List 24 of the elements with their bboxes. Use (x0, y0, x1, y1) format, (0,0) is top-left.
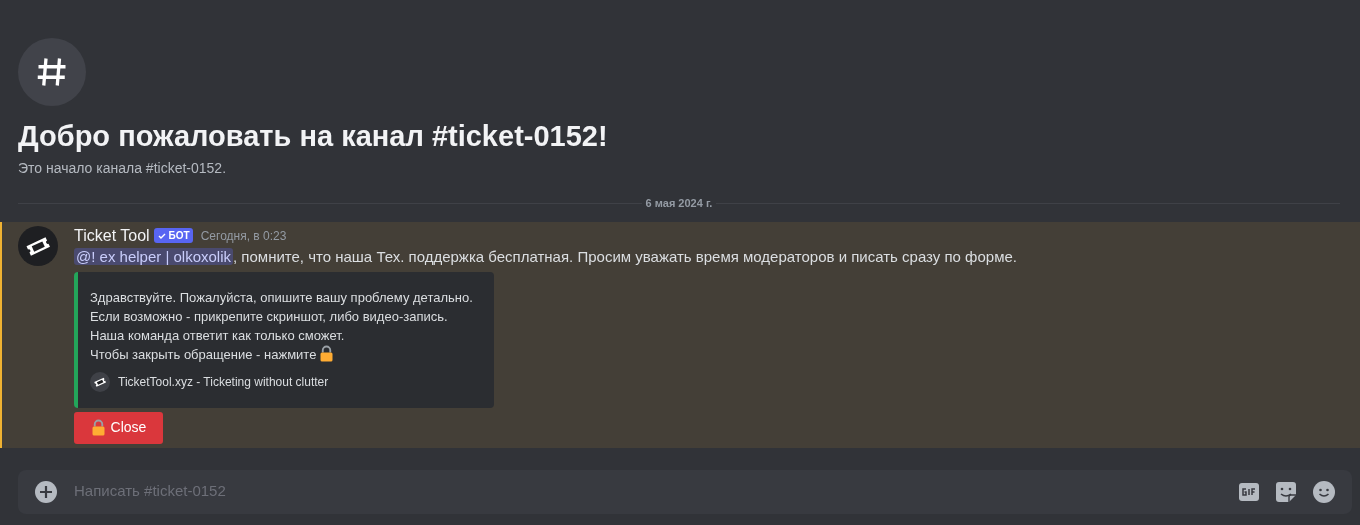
embed-text: Здравствуйте. Пожалуйста, опишите вашу проблему детально. (90, 288, 473, 307)
date-divider: 6 мая 2024 г. (644, 196, 714, 211)
welcome-subtitle: Это начало канала #ticket-0152. (18, 159, 228, 178)
add-icon[interactable] (34, 479, 58, 504)
embed-text: Наша команда ответит как только сможет. (90, 326, 345, 345)
message-composer[interactable]: Написать #ticket-0152 (18, 469, 1352, 514)
message-time: Сегодня, в 0:23 (200, 227, 287, 245)
sticker-icon[interactable] (1274, 479, 1298, 504)
bot-badge: БОТ (153, 228, 193, 243)
embed-text: Если возможно - прикрепите скриншот, либо видео-запись. (90, 307, 448, 326)
footer-icon (90, 371, 110, 392)
emoji-icon[interactable] (1312, 479, 1336, 504)
close-button[interactable]: Close (74, 411, 163, 444)
padlock-icon (90, 418, 106, 437)
message-text: @! ex helper | olkoxolik, помните, что наша Тех. поддержка бесплатная. Просим уважать время модераторов и писать сразу по форме. (74, 246, 1017, 267)
author-name[interactable]: Ticket Tool (74, 225, 150, 246)
welcome-title: Добро пожаловать на канал #ticket-0152! (18, 119, 609, 154)
embed-footer: TicketTool.xyz - Ticketing without clutter (118, 372, 329, 391)
padlock-icon (319, 345, 335, 363)
embed-text: Чтобы закрыть обращение - нажмите (90, 345, 317, 364)
message-input[interactable]: Написать #ticket-0152 (74, 480, 1238, 503)
gif-icon[interactable] (1238, 481, 1260, 502)
bot-avatar[interactable] (18, 225, 58, 266)
user-mention[interactable]: @! ex helper | olkoxolik (74, 247, 234, 265)
